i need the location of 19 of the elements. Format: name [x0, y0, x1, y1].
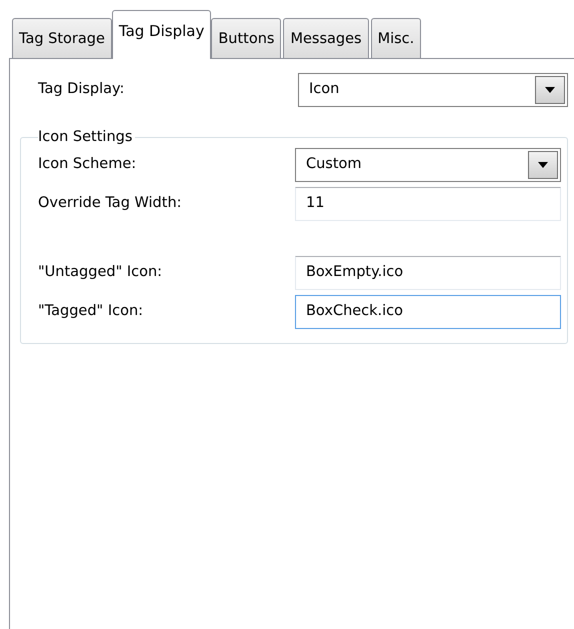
- dropdown[interactable]: Icon: [298, 72, 568, 106]
- dropdown-value: Custom: [306, 154, 362, 174]
- tab[interactable]: Tag Storage: [12, 18, 112, 58]
- dropdown-arrow-icon[interactable]: [545, 86, 555, 92]
- tab[interactable]: Misc.: [370, 18, 422, 58]
- field-label: Tag Display:: [38, 80, 126, 99]
- dropdown-value: Icon: [309, 80, 340, 99]
- field-label: Icon Scheme:: [38, 154, 138, 174]
- dropdown[interactable]: Custom: [294, 148, 561, 182]
- field-label: "Tagged" Icon:: [38, 302, 144, 321]
- tab[interactable]: Messages: [283, 18, 369, 58]
- text-field[interactable]: BoxEmpty.ico: [294, 256, 561, 290]
- text-field[interactable]: 11: [294, 186, 561, 220]
- field-label: Override Tag Width:: [38, 194, 183, 213]
- tab[interactable]: Buttons: [211, 18, 282, 58]
- tab[interactable]: Tag Display: [112, 10, 212, 59]
- field-label: "Untagged" Icon:: [38, 262, 164, 282]
- text-field[interactable]: BoxCheck.ico: [294, 294, 561, 328]
- dropdown-arrow-icon[interactable]: [538, 162, 548, 168]
